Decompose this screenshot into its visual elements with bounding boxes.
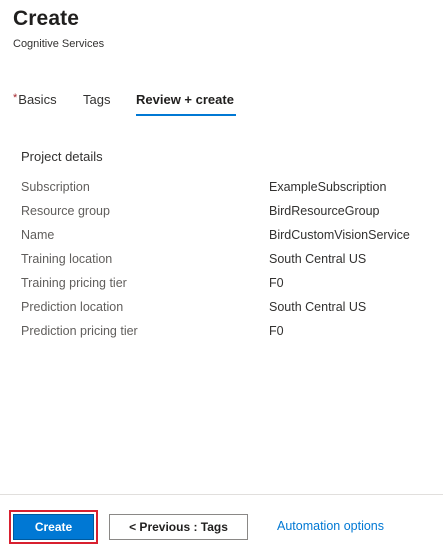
detail-value: F0 [269, 276, 284, 290]
project-details-list: Subscription ExampleSubscription Resourc… [21, 180, 431, 348]
detail-value: BirdCustomVisionService [269, 228, 410, 242]
required-marker: * [13, 92, 18, 104]
automation-options-link[interactable]: Automation options [277, 519, 384, 533]
active-tab-indicator [136, 114, 236, 116]
detail-label: Training pricing tier [21, 276, 127, 290]
detail-label: Subscription [21, 180, 90, 194]
tab-basics[interactable]: *Basics [13, 92, 57, 107]
detail-row-training-pricing-tier: Training pricing tier F0 [21, 276, 431, 300]
detail-value: South Central US [269, 252, 367, 266]
footer-divider [0, 494, 443, 495]
section-title-project-details: Project details [21, 149, 103, 164]
detail-row-prediction-pricing-tier: Prediction pricing tier F0 [21, 324, 431, 348]
detail-label: Resource group [21, 204, 110, 218]
detail-label: Prediction pricing tier [21, 324, 138, 338]
page-subtitle: Cognitive Services [13, 38, 105, 50]
detail-label: Prediction location [21, 300, 124, 314]
detail-value: F0 [269, 324, 284, 338]
detail-row-prediction-location: Prediction location South Central US [21, 300, 431, 324]
detail-row-subscription: Subscription ExampleSubscription [21, 180, 431, 204]
tab-review-create[interactable]: Review + create [136, 92, 234, 107]
detail-label: Name [21, 228, 55, 242]
create-button[interactable]: Create [13, 514, 94, 540]
detail-row-resource-group: Resource group BirdResourceGroup [21, 204, 431, 228]
detail-value: ExampleSubscription [269, 180, 387, 194]
detail-value: BirdResourceGroup [269, 204, 380, 218]
previous-tags-button[interactable]: < Previous : Tags [109, 514, 248, 540]
detail-value: South Central US [269, 300, 367, 314]
detail-row-name: Name BirdCustomVisionService [21, 228, 431, 252]
create-page: Create Cognitive Services *Basics Tags R… [0, 0, 443, 556]
detail-label: Training location [21, 252, 113, 266]
tab-tags[interactable]: Tags [83, 92, 110, 107]
tab-basics-label: Basics [18, 92, 57, 107]
page-title: Create [13, 7, 79, 30]
detail-row-training-location: Training location South Central US [21, 252, 431, 276]
